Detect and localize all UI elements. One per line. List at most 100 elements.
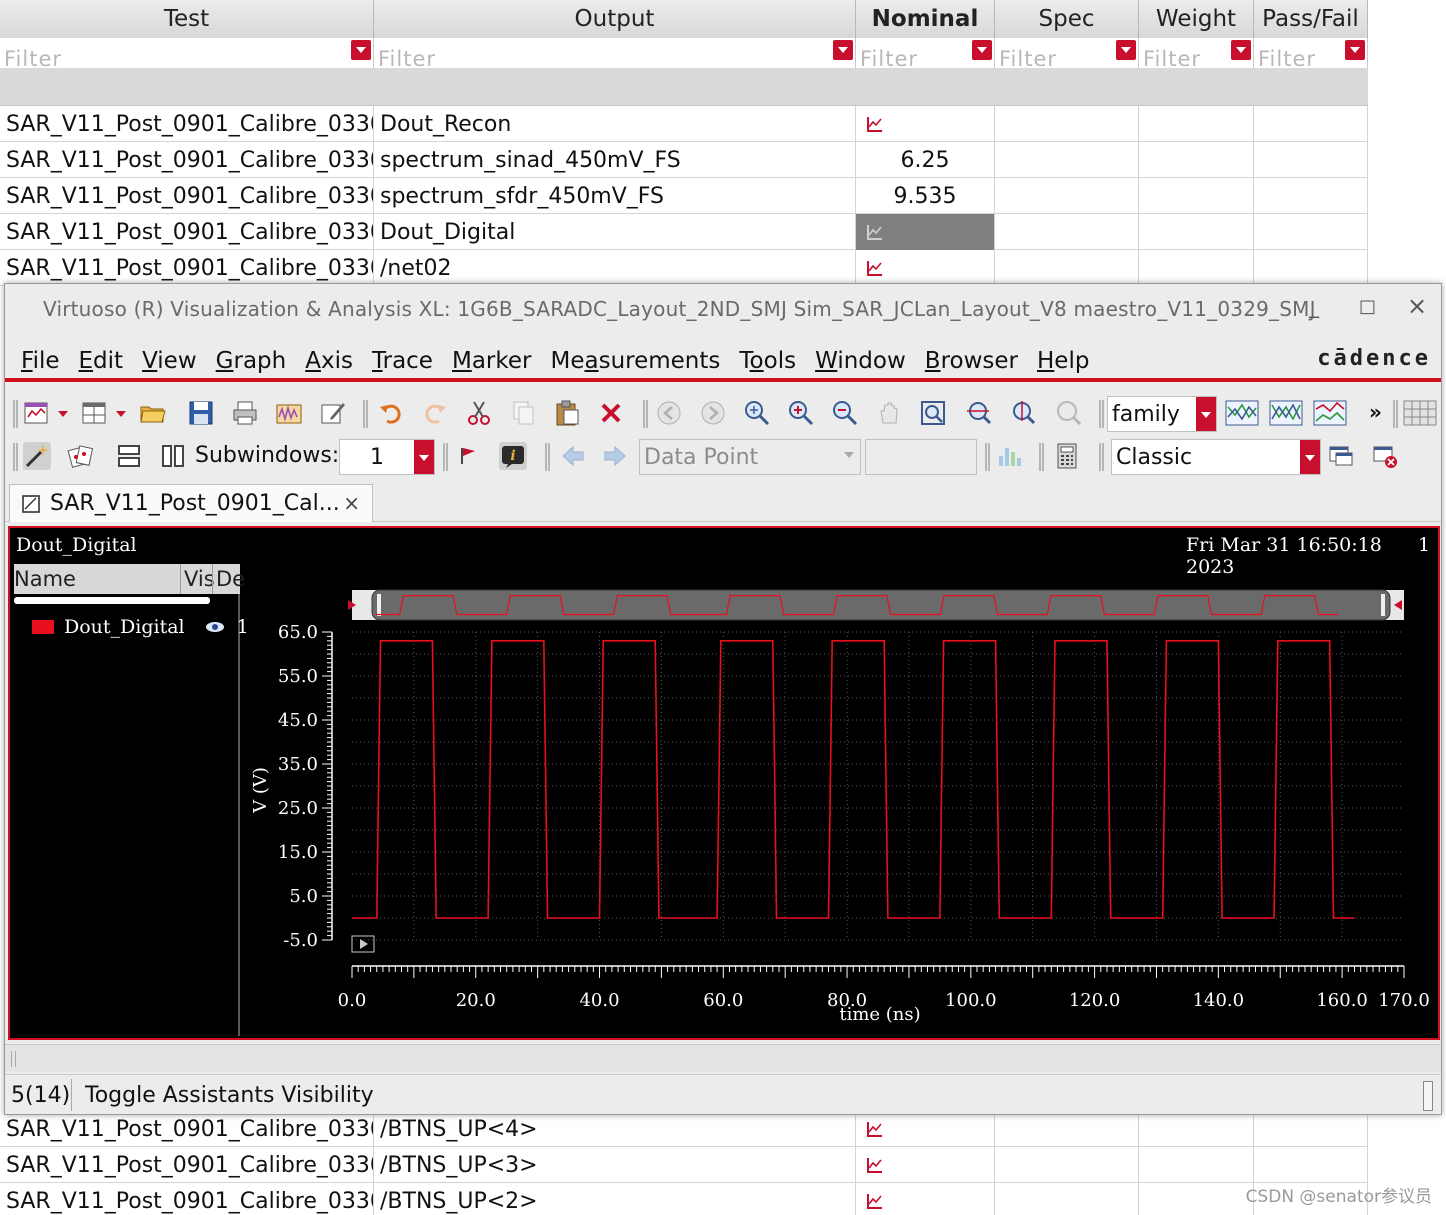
dropdown-arrow-icon[interactable] [55, 399, 71, 427]
zoom-x-icon[interactable] [965, 399, 993, 427]
menu-measurements[interactable]: Measurements [550, 340, 720, 374]
chevron-down-icon[interactable] [1196, 397, 1216, 431]
toolbar-grip[interactable] [1393, 400, 1398, 428]
trace-overlay-icon[interactable] [1269, 399, 1303, 427]
toolbar-grip[interactable] [545, 443, 550, 471]
filter-dropdown-icon[interactable] [972, 40, 992, 60]
table-row[interactable]: SAR_V11_Post_0901_Calibre_0330 /BTNS_UP<… [0, 1183, 1368, 1215]
zoom-out-icon[interactable] [831, 399, 859, 427]
legend-de-header[interactable]: De [216, 567, 245, 591]
nominal-cell-selected[interactable] [856, 214, 995, 250]
style-combo[interactable]: Classic [1111, 439, 1321, 475]
toolbar-overflow-button[interactable]: » [1369, 400, 1382, 424]
waveform-icon[interactable] [866, 115, 884, 133]
toolbar-grip[interactable] [1099, 400, 1104, 428]
column-header-output[interactable]: Output [374, 0, 856, 38]
menu-view[interactable]: View [142, 340, 197, 374]
window-titlebar[interactable]: Virtuoso (R) Visualization & Analysis XL… [5, 284, 1441, 334]
column-header-test[interactable]: Test [0, 0, 374, 38]
filter-weight[interactable]: Filter [1139, 38, 1254, 68]
legend-vis-header[interactable]: Vis [184, 567, 215, 591]
column-header-nominal[interactable]: Nominal [856, 0, 995, 38]
filter-dropdown-icon[interactable] [1116, 40, 1136, 60]
waveform-plot[interactable]: -5.0 5.0 15.0 25.0 35.0 45.0 55.0 65.0 0.0 20.0 40… [244, 564, 1432, 1034]
column-header-pass-fail[interactable]: Pass/Fail [1254, 0, 1368, 38]
grid-icon[interactable] [1403, 399, 1437, 427]
toolbar-grip[interactable] [13, 443, 18, 471]
table-row[interactable]: SAR_V11_Post_0901_Calibre_0330 spectrum_… [0, 178, 1368, 214]
filter-test[interactable]: Filter [0, 38, 374, 68]
scroll-handle-right[interactable] [1381, 594, 1385, 616]
new-window-icon[interactable] [23, 399, 51, 427]
magic-wand-icon[interactable] [23, 442, 51, 470]
legend-scrollbar[interactable] [14, 597, 210, 604]
window-layout-icon[interactable] [1327, 442, 1355, 470]
window-close-layout-icon[interactable] [1371, 442, 1399, 470]
filter-spec[interactable]: Filter [995, 38, 1139, 68]
save-icon[interactable] [187, 399, 215, 427]
menu-file[interactable]: File [21, 340, 60, 374]
minimize-button[interactable]: _ [1309, 294, 1319, 318]
cut-icon[interactable] [465, 399, 493, 427]
maximize-button[interactable]: □ [1359, 296, 1376, 317]
nominal-cell[interactable] [856, 1183, 995, 1215]
info-icon[interactable]: i [499, 442, 527, 470]
zoom-y-icon[interactable] [1009, 399, 1037, 427]
flag-icon[interactable] [455, 442, 483, 470]
column-header-spec[interactable]: Spec [995, 0, 1139, 38]
graph-subwindow[interactable]: Dout_Digital Fri Mar 31 16:50:18 2023 1 … [8, 526, 1440, 1040]
menu-window[interactable]: Window [815, 340, 906, 374]
filter-dropdown-icon[interactable] [1231, 40, 1251, 60]
delete-icon[interactable] [597, 399, 625, 427]
menu-graph[interactable]: Graph [216, 340, 287, 374]
tab-close-icon[interactable]: × [343, 491, 360, 515]
close-button[interactable]: × [1407, 292, 1427, 320]
nominal-cell[interactable] [856, 250, 995, 286]
print-icon[interactable] [231, 399, 259, 427]
filter-dropdown-icon[interactable] [833, 40, 853, 60]
table-row[interactable]: SAR_V11_Post_0901_Calibre_0330 spectrum_… [0, 142, 1368, 178]
fit-icon[interactable] [919, 399, 947, 427]
stack-columns-icon[interactable] [159, 442, 187, 470]
column-header-weight[interactable]: Weight [1139, 0, 1254, 38]
tab-plot-window[interactable]: SAR_V11_Post_0901_Cal... × [9, 484, 373, 522]
overview-scrollbar-thumb[interactable] [371, 589, 1391, 621]
nominal-cell[interactable]: 9.535 [856, 178, 995, 214]
toolbar-grip[interactable] [985, 443, 990, 471]
table-row[interactable]: SAR_V11_Post_0901_Calibre_0330 /BTNS_UP<… [0, 1147, 1368, 1183]
waveform-icon[interactable] [866, 223, 884, 241]
chevron-down-icon[interactable] [414, 440, 434, 474]
waveform-icon[interactable] [866, 1156, 884, 1174]
toolbar-grip[interactable] [1039, 443, 1044, 471]
menu-marker[interactable]: Marker [452, 340, 532, 374]
waveform-icon[interactable] [866, 1120, 884, 1138]
legend-name-header[interactable]: Name [14, 567, 76, 591]
scrollbar-grip[interactable] [11, 1051, 16, 1067]
table-row[interactable]: SAR_V11_Post_0901_Calibre_0330 /BTNS_UP<… [0, 1111, 1368, 1147]
filter-output[interactable]: Filter [374, 38, 856, 68]
menu-tools[interactable]: Tools [739, 340, 796, 374]
nominal-cell[interactable] [856, 106, 995, 142]
waveform-window-icon[interactable] [275, 399, 303, 427]
family-combo[interactable]: family [1107, 396, 1217, 432]
filter-pass-fail[interactable]: Filter [1254, 38, 1368, 68]
new-subwindow-icon[interactable] [81, 399, 109, 427]
calculator-icon[interactable] [1053, 442, 1081, 470]
menu-browser[interactable]: Browser [925, 340, 1018, 374]
nominal-cell[interactable]: 6.25 [856, 142, 995, 178]
filter-dropdown-icon[interactable] [351, 40, 371, 60]
waveform-icon[interactable] [866, 1192, 884, 1210]
edit-icon[interactable] [319, 399, 347, 427]
menu-edit[interactable]: Edit [79, 340, 124, 374]
waveform-icon[interactable] [866, 259, 884, 277]
menu-trace[interactable]: Trace [372, 340, 433, 374]
table-row[interactable]: SAR_V11_Post_0901_Calibre_0330 /net02 [0, 250, 1368, 286]
legend-entry[interactable]: Dout_Digital 1 [32, 616, 249, 638]
trace-split-icon[interactable] [1225, 399, 1259, 427]
nominal-cell[interactable] [856, 1147, 995, 1183]
zoom-in-icon[interactable] [787, 399, 815, 427]
stack-rows-icon[interactable] [115, 442, 143, 470]
nominal-cell[interactable] [856, 1111, 995, 1147]
toolbar-grip[interactable] [363, 400, 368, 428]
eye-icon[interactable] [205, 620, 225, 634]
